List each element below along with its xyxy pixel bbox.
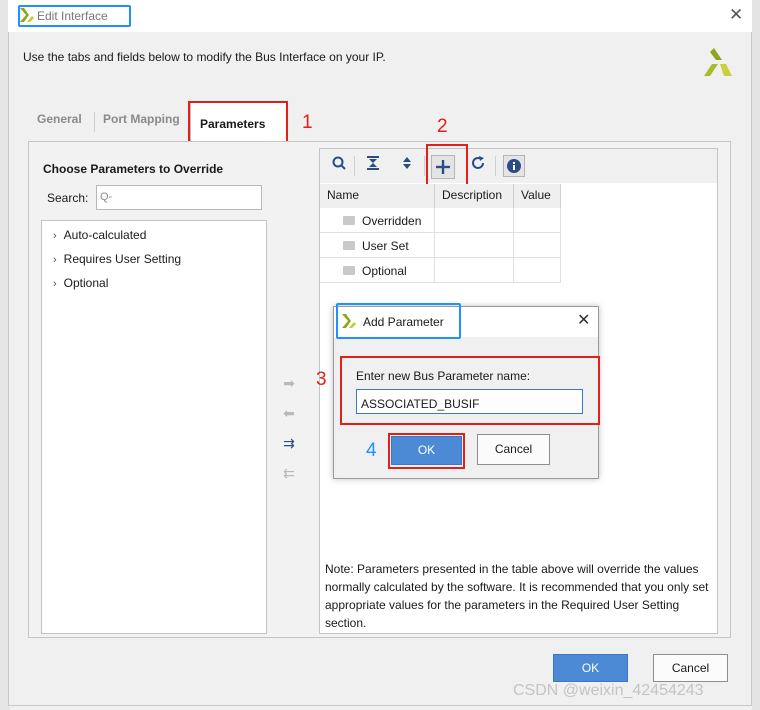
chevron-right-icon: › bbox=[53, 254, 57, 266]
dialog-cancel-button[interactable]: Cancel bbox=[477, 434, 550, 465]
tree-item-label: Optional bbox=[63, 276, 109, 290]
chevron-right-icon: › bbox=[53, 230, 57, 242]
column-header-label: Name bbox=[327, 188, 360, 202]
tree-item-optional[interactable]: › Optional bbox=[53, 276, 108, 290]
search-input[interactable] bbox=[96, 185, 262, 210]
info-icon[interactable] bbox=[503, 155, 525, 177]
annotation-box-3 bbox=[340, 356, 600, 425]
override-note: Note: Parameters presented in the table … bbox=[325, 562, 709, 630]
tab-divider bbox=[94, 112, 95, 132]
column-divider bbox=[560, 208, 561, 283]
dialog-close-icon[interactable]: ✕ bbox=[577, 310, 590, 330]
vendor-logo-icon bbox=[702, 46, 734, 81]
tab-port-mapping[interactable]: Port Mapping bbox=[103, 112, 180, 126]
table-row[interactable] bbox=[320, 258, 561, 283]
watermark: CSDN @weixin_42454243 bbox=[513, 682, 704, 699]
column-divider bbox=[513, 208, 514, 283]
column-header-name[interactable]: Name bbox=[320, 184, 435, 208]
collapse-all-icon[interactable] bbox=[362, 155, 384, 177]
row-label-user-set: User Set bbox=[362, 239, 409, 253]
row-label-optional: Optional bbox=[362, 264, 407, 278]
annotation-box-dialog-title bbox=[336, 303, 461, 339]
column-divider bbox=[434, 208, 435, 283]
search-placeholder: Q- bbox=[100, 191, 113, 203]
toolbar-separator bbox=[354, 156, 355, 176]
folder-icon bbox=[343, 216, 355, 225]
tree-item-label: Requires User Setting bbox=[63, 252, 182, 266]
toolbar-separator bbox=[424, 156, 425, 176]
expand-all-icon[interactable] bbox=[396, 155, 418, 177]
override-section-title: Choose Parameters to Override bbox=[43, 162, 224, 176]
window-close-icon[interactable]: ✕ bbox=[729, 5, 743, 25]
row-label-overridden: Overridden bbox=[362, 214, 422, 228]
column-header-description[interactable]: Description bbox=[435, 184, 514, 208]
annotation-box-2 bbox=[426, 144, 468, 187]
move-all-right-icon[interactable]: ⇉ bbox=[280, 436, 298, 450]
annotation-number-4: 4 bbox=[366, 440, 377, 461]
footer-ok-button[interactable]: OK bbox=[553, 654, 628, 682]
tree-item-requires-user-setting[interactable]: › Requires User Setting bbox=[53, 252, 181, 266]
refresh-icon[interactable] bbox=[467, 155, 489, 177]
tab-general[interactable]: General bbox=[37, 112, 82, 126]
move-all-left-icon[interactable]: ⇇ bbox=[280, 466, 298, 480]
toolbar-separator bbox=[495, 156, 496, 176]
annotation-number-1: 1 bbox=[302, 112, 313, 133]
annotation-box-1 bbox=[188, 101, 288, 145]
table-row[interactable] bbox=[320, 233, 561, 258]
folder-icon bbox=[343, 266, 355, 275]
column-header-label: Value bbox=[521, 188, 551, 202]
move-right-icon[interactable]: ➡ bbox=[280, 376, 298, 390]
search-label: Search: bbox=[47, 191, 89, 205]
annotation-number-3: 3 bbox=[316, 369, 327, 390]
intro-text: Use the tabs and fields below to modify … bbox=[23, 50, 386, 64]
search-icon[interactable] bbox=[328, 155, 350, 177]
table-row[interactable] bbox=[320, 208, 561, 233]
move-left-icon[interactable]: ⬅ bbox=[280, 406, 298, 420]
chevron-right-icon: › bbox=[53, 278, 57, 290]
column-header-value[interactable]: Value bbox=[514, 184, 561, 208]
folder-icon bbox=[343, 241, 355, 250]
annotation-box-title bbox=[18, 5, 131, 27]
background-window-edge-right bbox=[752, 0, 760, 710]
column-header-label: Description bbox=[442, 188, 503, 202]
tree-item-label: Auto-calculated bbox=[63, 228, 147, 242]
tree-item-auto-calculated[interactable]: › Auto-calculated bbox=[53, 228, 146, 242]
annotation-box-4 bbox=[388, 433, 465, 469]
footer-cancel-button[interactable]: Cancel bbox=[653, 654, 728, 682]
annotation-number-2: 2 bbox=[437, 116, 448, 137]
